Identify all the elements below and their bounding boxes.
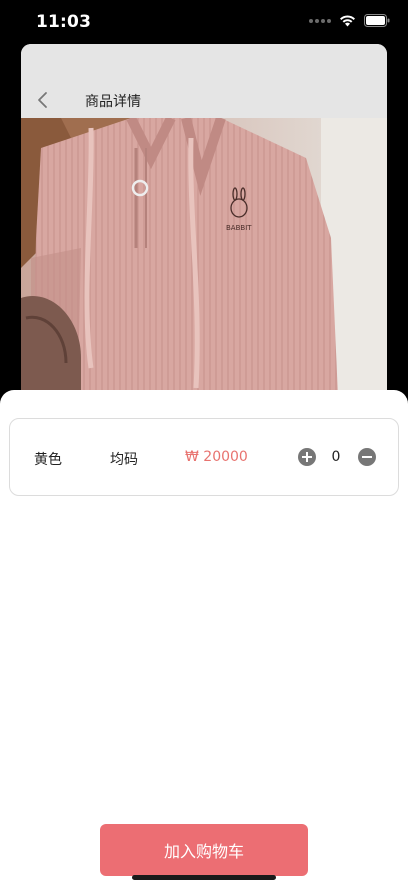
add-to-cart-button[interactable]: 加入购物车 xyxy=(100,824,308,876)
quantity-value: 0 xyxy=(331,449,341,465)
wifi-icon xyxy=(340,15,355,27)
sku-color[interactable]: 黄色 xyxy=(34,449,62,469)
sku-price: ₩ 20000 xyxy=(185,449,248,465)
chevron-left-icon xyxy=(38,92,47,108)
increase-quantity-button[interactable] xyxy=(298,448,316,466)
status-icons xyxy=(309,14,390,27)
sku-sheet: 黄色 均码 ₩ 20000 0 加入购物车 xyxy=(0,390,408,883)
status-time: 11:03 xyxy=(36,12,92,32)
logo-text: BABBIT xyxy=(226,224,252,232)
battery-icon xyxy=(364,14,390,27)
nav-bar: 商品详情 xyxy=(21,44,387,118)
decrease-quantity-button[interactable] xyxy=(358,448,376,466)
signal-icon xyxy=(309,18,331,23)
sku-row: 黄色 均码 ₩ 20000 0 xyxy=(9,418,399,496)
home-indicator xyxy=(132,875,276,880)
status-bar: 11:03 xyxy=(0,0,408,44)
back-button[interactable] xyxy=(33,90,53,110)
page-title: 商品详情 xyxy=(85,94,141,110)
sku-size[interactable]: 均码 xyxy=(110,449,138,469)
